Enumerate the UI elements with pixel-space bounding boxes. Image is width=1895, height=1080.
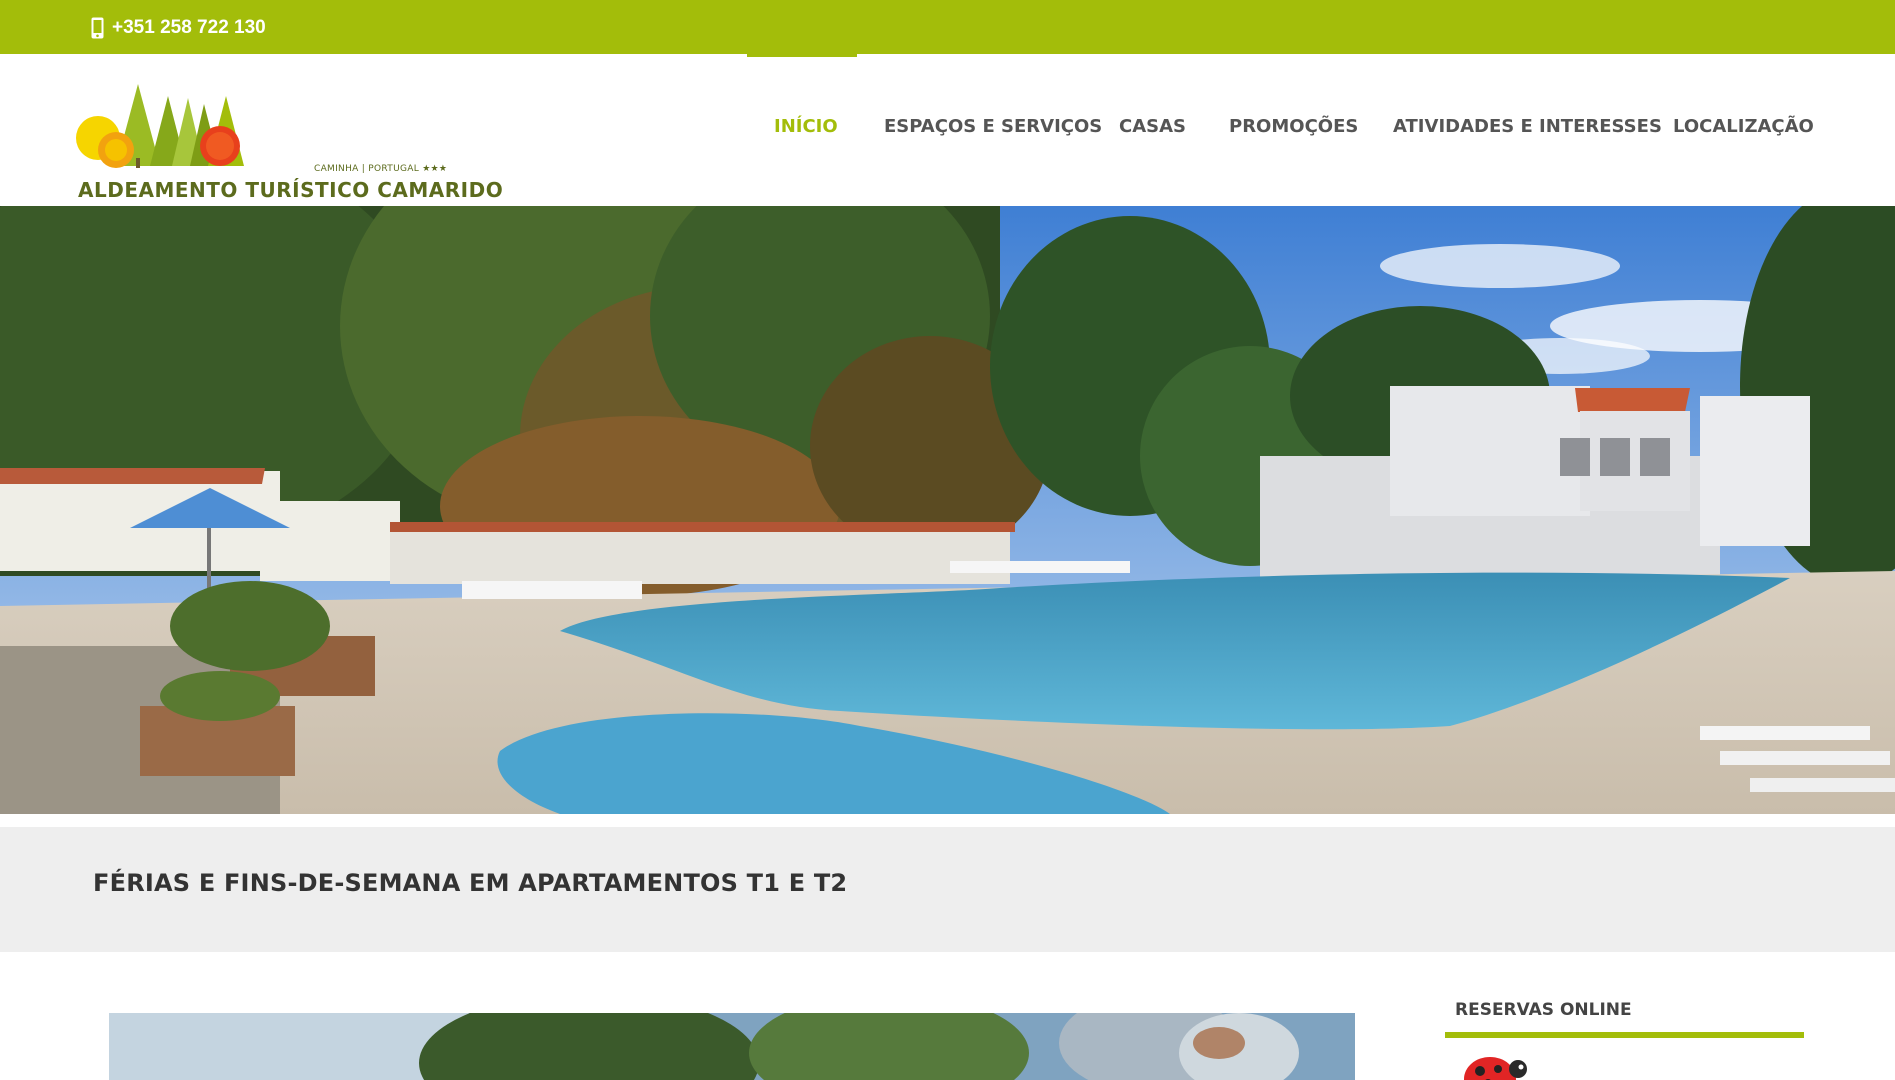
- content-image: [109, 1013, 1355, 1080]
- site-header: CAMINHA | PORTUGAL ★★★ ALDEAMENTO TURÍST…: [0, 52, 1895, 206]
- top-bar: +351 258 722 130: [0, 0, 1895, 54]
- nav-item-casas[interactable]: CASAS: [1119, 116, 1186, 146]
- hero-image: [0, 206, 1895, 814]
- nav-item-inicio[interactable]: INÍCIO: [774, 116, 838, 146]
- headline-banner: FÉRIAS E FINS-DE-SEMANA EM APARTAMENTOS …: [0, 827, 1895, 952]
- active-indicator: [747, 52, 857, 57]
- sidebar-title: RESERVAS ONLINE: [1445, 1000, 1804, 1038]
- nav-item-atividades[interactable]: ATIVIDADES E INTERESSES: [1393, 116, 1662, 146]
- mobile-phone-icon: [91, 17, 104, 39]
- ladybug-icon[interactable]: [1450, 1049, 1540, 1080]
- main-nav: INÍCIO ESPAÇOS E SERVIÇOS CASAS PROMOÇÕE…: [0, 52, 1895, 206]
- phone-contact[interactable]: +351 258 722 130: [91, 16, 266, 40]
- phone-number[interactable]: +351 258 722 130: [112, 17, 266, 39]
- nav-item-promocoes[interactable]: PROMOÇÕES: [1229, 116, 1358, 146]
- page-headline: FÉRIAS E FINS-DE-SEMANA EM APARTAMENTOS …: [93, 869, 848, 897]
- nav-item-espacos-servicos[interactable]: ESPAÇOS E SERVIÇOS: [884, 116, 1102, 146]
- nav-item-localizacao[interactable]: LOCALIZAÇÃO: [1673, 116, 1814, 146]
